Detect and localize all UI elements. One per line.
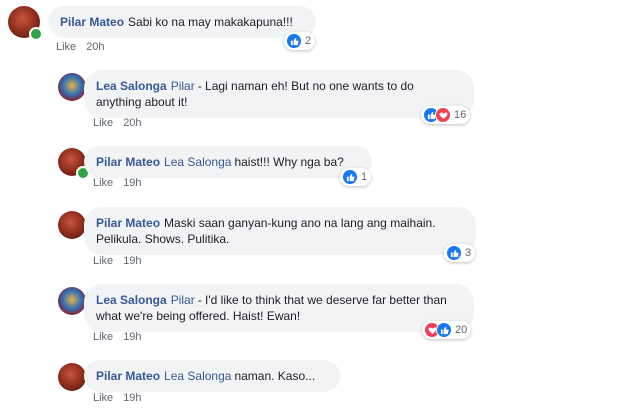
reaction-count: 3 — [465, 247, 472, 259]
reaction-summary[interactable]: 16 — [421, 106, 471, 124]
comment-author[interactable]: Lea Salonga — [96, 79, 167, 93]
like-link[interactable]: Like — [93, 392, 113, 404]
like-reaction-icon — [342, 169, 358, 185]
like-link[interactable]: Like — [93, 117, 113, 129]
comment-text: Sabi ko na may makakapuna!!! — [128, 15, 293, 29]
comment-time[interactable]: 20h — [86, 41, 104, 53]
avatar[interactable] — [58, 287, 86, 315]
comment-author[interactable]: Lea Salonga — [96, 293, 167, 307]
comment-mention[interactable]: Pilar — [171, 79, 195, 93]
comment-meta: Like 19h — [93, 331, 142, 343]
comment-mention[interactable]: Pilar — [171, 293, 195, 307]
comment-time[interactable]: 19h — [123, 392, 141, 404]
comment-text: naman. Kaso... — [234, 369, 316, 383]
avatar[interactable] — [58, 363, 86, 391]
online-status-icon — [29, 27, 43, 41]
comment-mention[interactable]: Lea Salonga — [164, 155, 231, 169]
comment-meta: Like 19h — [93, 177, 142, 189]
reaction-count: 20 — [455, 324, 468, 336]
comment-mention[interactable]: Lea Salonga — [164, 369, 231, 383]
comment-author[interactable]: Pilar Mateo — [96, 155, 160, 169]
comment-bubble: Lea Salonga Pilar - I'd like to think that… — [84, 284, 474, 332]
reaction-count: 16 — [454, 109, 467, 121]
comment-meta: Like 20h — [93, 117, 142, 129]
comment-author[interactable]: Pilar Mateo — [96, 216, 160, 230]
like-link[interactable]: Like — [93, 331, 113, 343]
comment-meta: Like 20h — [56, 41, 105, 53]
reaction-summary[interactable]: 20 — [422, 321, 472, 339]
like-link[interactable]: Like — [93, 255, 113, 267]
avatar[interactable] — [58, 73, 86, 101]
comment-bubble: Pilar Mateo Lea Salonga naman. Kaso... — [84, 360, 340, 392]
like-reaction-icon — [446, 245, 462, 261]
like-reaction-icon — [286, 33, 302, 49]
comment-time[interactable]: 19h — [123, 331, 141, 343]
comment-time[interactable]: 20h — [123, 117, 141, 129]
comment-time[interactable]: 19h — [123, 177, 141, 189]
comment-bubble: Pilar Mateo Maski saan ganyan-kung ano na… — [84, 207, 476, 255]
comment-meta: Like 19h — [93, 255, 142, 267]
reaction-summary[interactable]: 2 — [284, 32, 316, 50]
comment-bubble: Pilar Mateo Sabi ko na may makakapuna!!! — [48, 6, 316, 38]
reaction-count: 1 — [361, 171, 368, 183]
like-link[interactable]: Like — [56, 41, 76, 53]
comment-bubble: Pilar Mateo Lea Salonga haist!!! Why nga b… — [84, 146, 372, 178]
reaction-summary[interactable]: 3 — [444, 244, 476, 262]
avatar[interactable] — [58, 211, 86, 239]
comment-meta: Like 19h — [93, 392, 142, 404]
comment-bubble: Lea Salonga Pilar - Lagi naman eh! But no … — [84, 70, 474, 118]
love-reaction-icon — [435, 107, 451, 123]
comment-text: haist!!! Why nga ba? — [234, 155, 344, 169]
comment-author[interactable]: Pilar Mateo — [60, 15, 124, 29]
comment-author[interactable]: Pilar Mateo — [96, 369, 160, 383]
reaction-count: 2 — [305, 35, 312, 47]
like-reaction-icon — [436, 322, 452, 338]
reaction-summary[interactable]: 1 — [340, 168, 372, 186]
like-link[interactable]: Like — [93, 177, 113, 189]
comment-time[interactable]: 19h — [123, 255, 141, 267]
